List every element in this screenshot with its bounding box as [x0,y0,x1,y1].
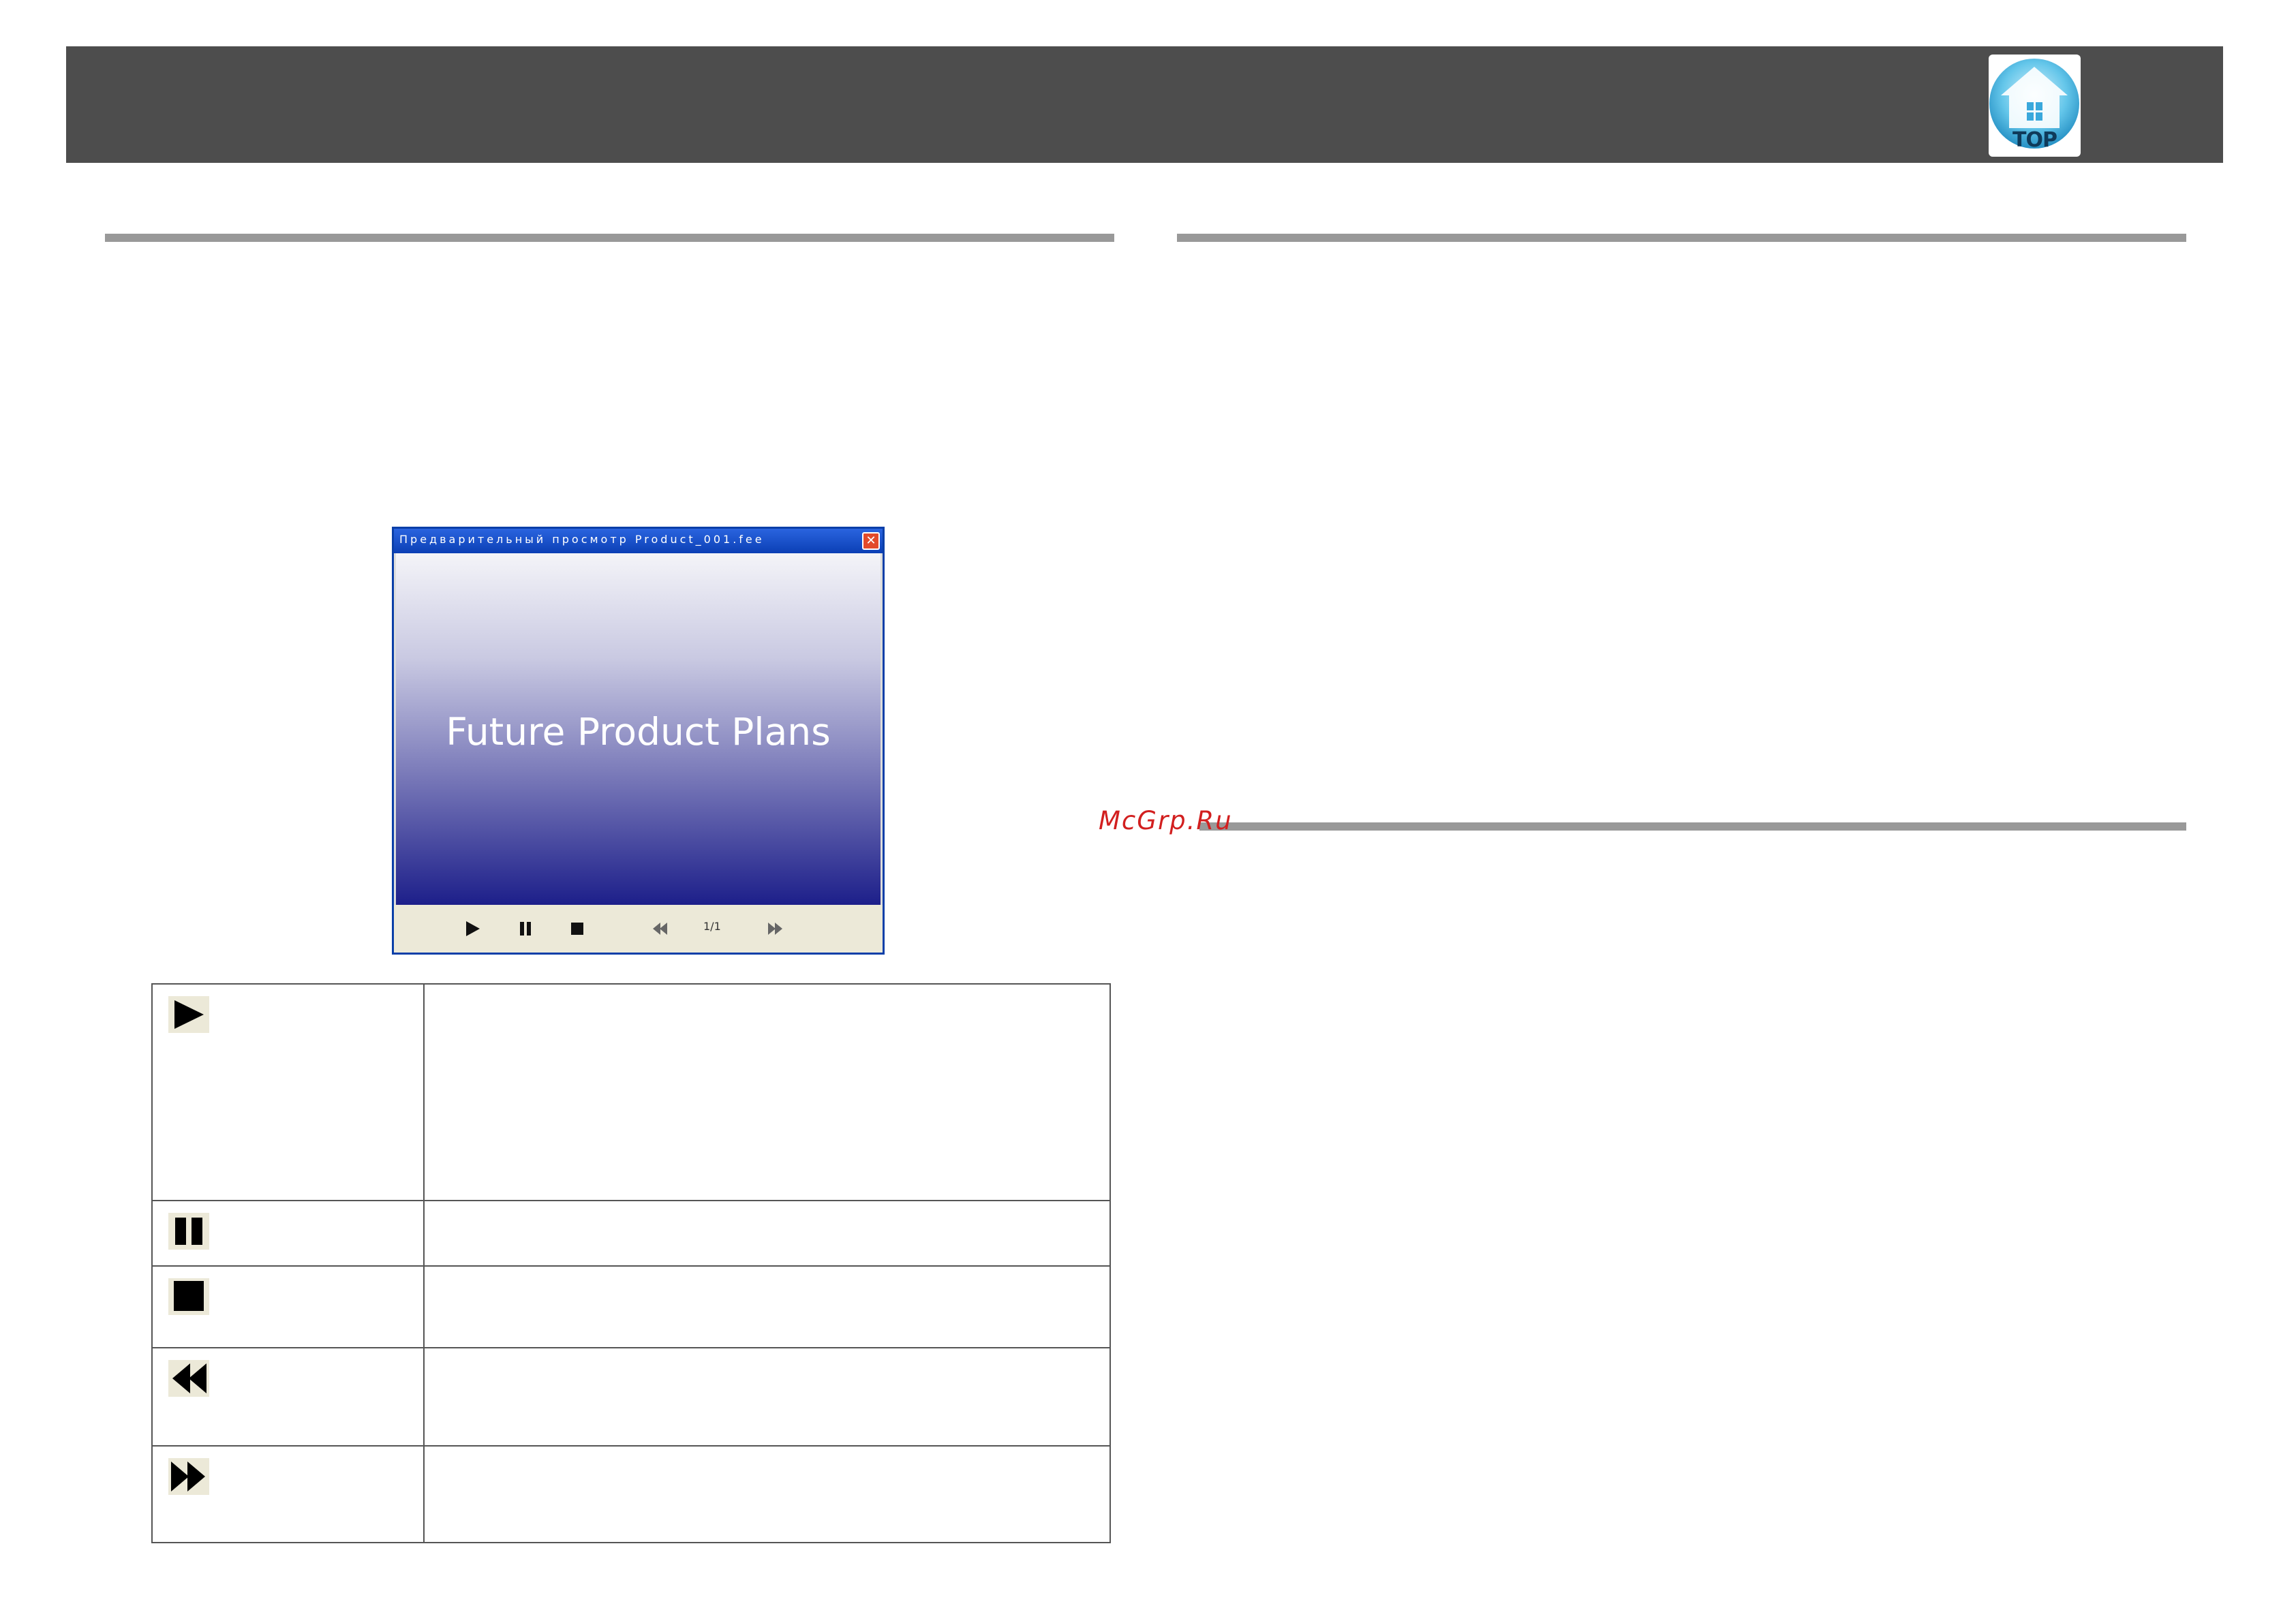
preview-window-title: Предварительный просмотр Product_001.fee [399,533,765,546]
rewind-icon[interactable] [649,918,670,939]
preview-window: Предварительный просмотр Product_001.fee… [392,527,885,955]
fast-forward-icon [168,1458,209,1495]
preview-titlebar[interactable]: Предварительный просмотр Product_001.fee… [394,529,883,553]
header-bar [66,46,2223,163]
table-row [153,1265,1109,1347]
section-rule-right-middle [1199,822,2186,831]
top-button[interactable]: TOP [1989,55,2081,157]
slide-title: Future Product Plans [446,710,831,754]
page-indicator: 1/1 [703,920,721,933]
top-label: TOP [2012,128,2057,152]
controls-table [151,983,1111,1543]
pause-icon [168,1213,209,1250]
table-row [153,1347,1109,1445]
preview-slide: Future Product Plans [396,553,881,905]
table-row [153,1445,1109,1542]
pause-icon[interactable] [515,918,536,939]
section-rule-left [105,234,1114,242]
rewind-icon [168,1360,209,1397]
play-icon [168,996,209,1033]
play-icon[interactable] [462,918,483,939]
stop-icon[interactable] [567,918,587,939]
section-rule-right-top [1177,234,2186,242]
table-row [153,985,1109,1200]
stop-icon [168,1278,209,1315]
table-row [153,1200,1109,1265]
watermark: McGrp.Ru [1099,806,1233,835]
close-icon[interactable]: ✕ [862,532,880,550]
fast-forward-icon[interactable] [765,918,786,939]
preview-toolbar: 1/1 [394,905,883,953]
